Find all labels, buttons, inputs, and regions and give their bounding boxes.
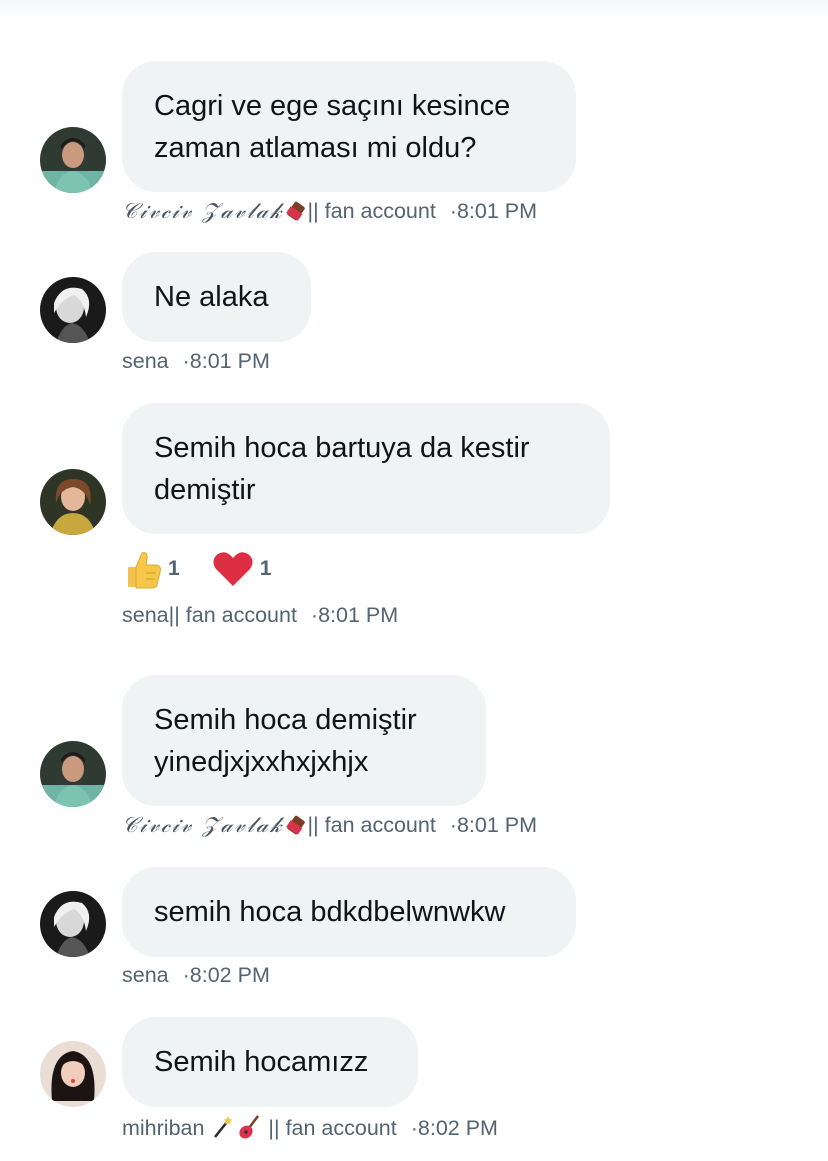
reaction-count: 1	[168, 557, 180, 580]
reaction-count: 1	[259, 557, 272, 580]
message-meta: 𝒞𝒾𝓋𝒸𝒾𝓋 𝒵𝒶𝓋𝓁𝒶𝓀 || fan account ·8:01 PM	[122, 199, 537, 224]
woman-bw-avatar[interactable]	[40, 891, 106, 957]
thumbs-up-icon	[128, 552, 161, 589]
author-name[interactable]: sena	[122, 349, 169, 373]
message-meta: mihriban || fan account ·8:02 PM	[122, 1114, 498, 1141]
author-name[interactable]: 𝒞𝒾𝓋𝒸𝒾𝓋 𝒵𝒶𝓋𝓁𝒶𝓀	[122, 813, 284, 838]
guitar-icon	[239, 1115, 260, 1139]
girl-dark-hair-avatar[interactable]	[40, 1041, 106, 1107]
separator-dot: ·	[449, 813, 457, 837]
woman-yellow-jacket-avatar[interactable]	[40, 469, 106, 535]
man-green-shirt-avatar[interactable]	[40, 741, 106, 807]
author-suffix: || fan account	[268, 1116, 397, 1140]
message-bubble[interactable]: Semih hoca bartuya da kestir demiştir	[122, 403, 610, 534]
reactions-bar: 1 1	[122, 547, 303, 591]
man-green-shirt-avatar[interactable]	[40, 127, 106, 193]
timestamp: 8:01 PM	[456, 199, 538, 223]
message-bubble[interactable]: Semih hoca demiştir yinedjxjxxhxjxhjx	[122, 675, 486, 806]
message-text-line: zaman atlaması mi oldu?	[154, 132, 477, 164]
message-text-line: Ne alaka	[154, 281, 269, 313]
message-text-line: Cagri ve ege saçını kesince	[154, 90, 511, 122]
author-name[interactable]: 𝒞𝒾𝓋𝒸𝒾𝓋 𝒵𝒶𝓋𝓁𝒶𝓀	[122, 199, 284, 224]
message-text-line: demiştir	[154, 474, 256, 506]
woman-bw-avatar[interactable]	[40, 277, 106, 343]
message-text-line: Semih hoca bartuya da kestir	[154, 432, 530, 464]
author-suffix: || fan account	[307, 199, 436, 223]
message-bubble[interactable]: Cagri ve ege saçını kesince zaman atlama…	[122, 61, 576, 192]
magic-wand-icon	[214, 1116, 233, 1138]
message-bubble[interactable]: semih hoca bdkdbelwnwkw	[122, 867, 576, 957]
top-fade	[0, 0, 828, 16]
message-meta: sena ·8:02 PM	[122, 963, 270, 988]
message-bubble[interactable]: Semih hocamızz	[122, 1017, 418, 1107]
reaction-heart[interactable]: 1	[212, 550, 272, 588]
message-meta: sena|| fan account ·8:01 PM	[122, 603, 398, 628]
separator-dot: ·	[449, 199, 457, 223]
message-text-line: Semih hocamızz	[154, 1046, 369, 1078]
message-bubble[interactable]: Ne alaka	[122, 252, 311, 342]
timestamp: 8:02 PM	[417, 1116, 498, 1140]
author-name[interactable]: sena|| fan account	[122, 603, 297, 627]
timestamp: 8:01 PM	[318, 603, 399, 627]
message-text-line: semih hoca bdkdbelwnwkw	[154, 896, 506, 928]
reaction-thumbs-up[interactable]: 1	[122, 547, 180, 591]
chocolate-icon	[285, 815, 305, 835]
separator-dot: ·	[410, 1116, 418, 1140]
message-text-line: yinedjxjxxhxjxhjx	[154, 746, 369, 778]
message-text-line: Semih hoca demiştir	[154, 704, 417, 736]
author-name[interactable]: sena	[122, 963, 169, 987]
author-name[interactable]: mihriban	[122, 1116, 204, 1140]
author-suffix: || fan account	[307, 813, 436, 837]
heart-icon	[213, 552, 253, 586]
timestamp: 8:01 PM	[189, 349, 270, 373]
timestamp: 8:02 PM	[189, 963, 270, 987]
separator-dot: ·	[182, 349, 190, 373]
message-meta: sena ·8:01 PM	[122, 349, 270, 374]
message-meta: 𝒞𝒾𝓋𝒸𝒾𝓋 𝒵𝒶𝓋𝓁𝒶𝓀 || fan account ·8:01 PM	[122, 813, 537, 838]
separator-dot: ·	[182, 963, 190, 987]
chocolate-icon	[285, 201, 305, 221]
timestamp: 8:01 PM	[456, 813, 538, 837]
